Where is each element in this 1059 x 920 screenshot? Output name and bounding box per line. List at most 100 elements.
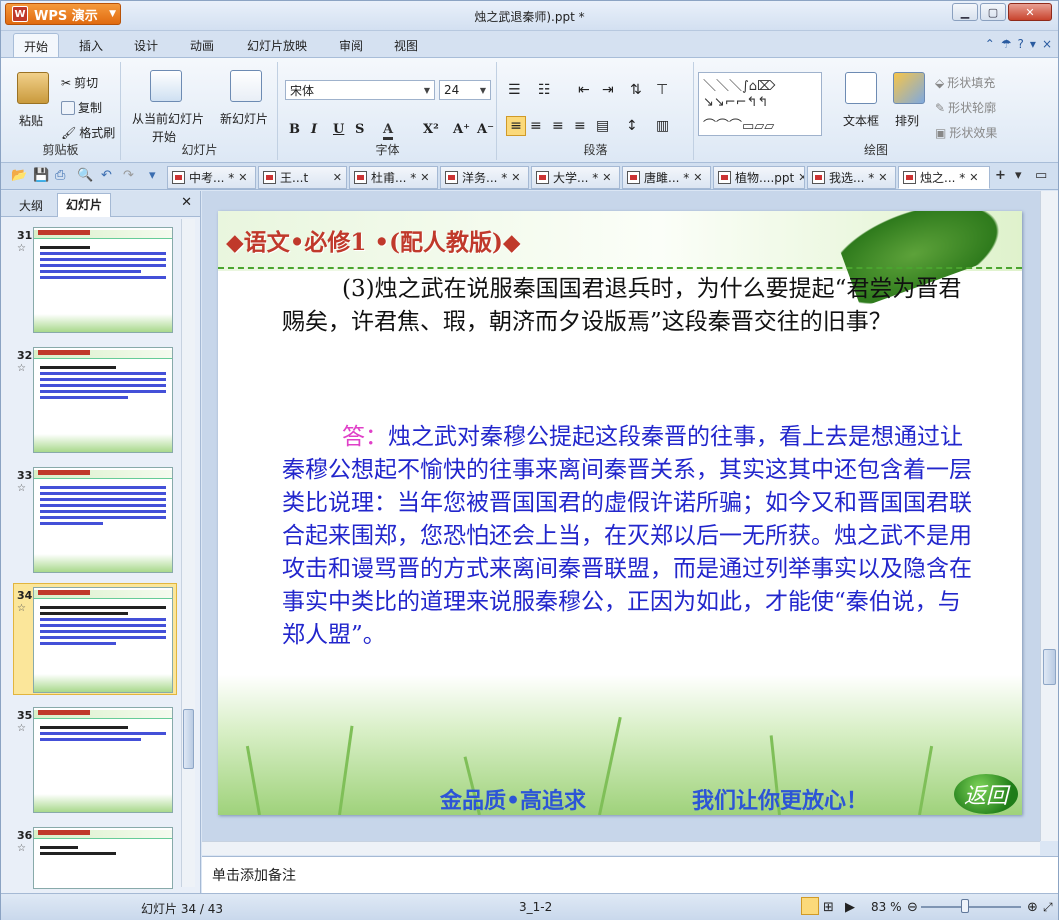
undo-icon[interactable]: ↶ (101, 168, 112, 183)
italic-button[interactable]: I (311, 122, 317, 137)
shrink-font-button[interactable]: A⁻ (477, 122, 494, 137)
scrollbar-thumb[interactable] (183, 709, 194, 769)
text-direction-icon[interactable]: ⇅ (630, 82, 642, 98)
collapse-icon[interactable]: ⌃ (985, 37, 995, 51)
font-size-select[interactable]: 24 ▼ (439, 80, 491, 100)
shape-gallery[interactable]: ＼＼＼∫⌂⌦ ↘↘⌐⌐↰↰ ⌒⌒⌒▭▱▱ (698, 72, 822, 136)
align-center-button[interactable]: ≡ (530, 118, 542, 134)
tab-list-dropdown-icon[interactable]: ▾ (1015, 168, 1022, 183)
slide-vertical-scrollbar[interactable] (1040, 191, 1058, 841)
columns-button[interactable]: ▥ (656, 118, 669, 134)
print-preview-icon[interactable]: 🔍 (77, 168, 93, 183)
slide-thumbnail[interactable] (33, 707, 173, 813)
slide-horizontal-scrollbar[interactable] (202, 841, 1040, 855)
underline-button[interactable]: U (333, 122, 344, 137)
format-painter-button[interactable]: 🖌 格式刷 (61, 124, 115, 141)
zoom-out-icon[interactable]: ⊖ (907, 900, 918, 915)
line-spacing-button[interactable]: ↕ (626, 118, 638, 134)
close-tab-icon[interactable]: ✕ (602, 171, 611, 184)
bullets-icon[interactable]: ☰ (508, 82, 521, 98)
shape-fill-button[interactable]: ⬙ 形状填充 (935, 74, 995, 91)
tab-insert[interactable]: 插入 (79, 37, 103, 54)
close-tab-icon[interactable]: ✕ (333, 171, 342, 184)
doc-tab[interactable]: 植物....ppt✕ (713, 166, 805, 189)
font-color-button[interactable]: A (383, 122, 394, 140)
doc-tab[interactable]: 王...t ✕ (258, 166, 347, 189)
textbox-icon[interactable] (845, 72, 877, 104)
new-slide-icon[interactable] (230, 70, 262, 102)
cut-button[interactable]: ✂ 剪切 (61, 74, 98, 91)
arrange-button[interactable]: 排列 (895, 112, 919, 129)
close-tab-icon[interactable]: ✕ (420, 171, 429, 184)
tab-layout-icon[interactable]: ▭ (1035, 168, 1047, 183)
paste-button[interactable]: 粘贴 (19, 112, 43, 129)
ribbon-close-icon[interactable]: × (1042, 37, 1052, 51)
slide-thumbnail-selected[interactable] (33, 587, 173, 693)
slide-thumbnail[interactable] (33, 467, 173, 573)
fit-window-icon[interactable]: ⤢ (1043, 900, 1053, 915)
arrange-icon[interactable] (893, 72, 925, 104)
open-icon[interactable]: 📂 (11, 168, 27, 183)
textbox-button[interactable]: 文本框 (843, 112, 879, 129)
close-tab-icon[interactable]: ✕ (798, 171, 804, 184)
shape-outline-button[interactable]: ✎ 形状轮廓 (935, 99, 996, 116)
help-icon[interactable]: ? (1018, 37, 1024, 51)
answer-text-box[interactable]: 答：烛之武对秦穆公提起这段秦晋的往事，看上去是想通过让秦穆公想起不愉快的往事来离… (282, 421, 972, 652)
slide-thumbnail[interactable] (33, 227, 173, 333)
paste-icon[interactable] (17, 72, 49, 104)
tab-view[interactable]: 视图 (394, 37, 418, 54)
close-tab-icon[interactable]: ✕ (511, 171, 520, 184)
tab-outline[interactable]: 大纲 (11, 195, 51, 216)
doc-tab[interactable]: 杜甫... * ✕ (349, 166, 438, 189)
slide-thumbnail[interactable] (33, 347, 173, 453)
doc-tab[interactable]: 中考... * ✕ (167, 166, 256, 189)
close-button[interactable]: ✕ (1008, 3, 1052, 21)
notes-field[interactable]: 单击添加备注 (202, 856, 1058, 893)
print-icon[interactable]: ⎙ (55, 168, 65, 183)
close-tab-icon[interactable]: ✕ (878, 171, 887, 184)
normal-view-icon[interactable] (801, 897, 819, 915)
chevron-down-icon[interactable]: ▾ (1030, 37, 1036, 51)
increase-indent-icon[interactable]: ⇥ (602, 82, 614, 98)
scrollbar-thumb[interactable] (1043, 649, 1056, 685)
tab-design[interactable]: 设计 (134, 37, 158, 54)
shadow-button[interactable]: S (355, 122, 364, 137)
close-icon[interactable]: ✕ (181, 195, 192, 210)
justify-button[interactable]: ≡ (574, 118, 586, 134)
play-from-current-icon[interactable] (150, 70, 182, 102)
copy-button[interactable]: 复制 (61, 99, 102, 116)
new-tab-plus-icon[interactable]: + (995, 168, 1006, 183)
decrease-indent-icon[interactable]: ⇤ (578, 82, 590, 98)
superscript-button[interactable]: X² (423, 122, 439, 137)
thumbnail-scrollbar[interactable] (181, 219, 195, 887)
save-icon[interactable]: 💾 (33, 168, 49, 183)
align-right-button[interactable]: ≡ (552, 118, 564, 134)
zoom-slider-knob[interactable] (961, 899, 969, 913)
back-button[interactable]: 返回 (954, 774, 1018, 814)
font-name-select[interactable]: 宋体 ▼ (285, 80, 435, 100)
slide-sorter-icon[interactable]: ⊞ (823, 900, 834, 915)
slideshow-icon[interactable]: ▶ (845, 900, 855, 915)
slide-thumbnail[interactable] (33, 827, 173, 889)
shape-effect-button[interactable]: ▣ 形状效果 (935, 124, 997, 141)
close-tab-icon[interactable]: ✕ (238, 171, 247, 184)
numbering-icon[interactable]: ☷ (538, 82, 551, 98)
new-slide-button[interactable]: 新幻灯片 (220, 110, 268, 127)
tab-animation[interactable]: 动画 (190, 37, 214, 54)
doc-tab-active[interactable]: 烛之... * ✕ (898, 166, 990, 189)
play-from-current-button[interactable]: 从当前幻灯片 (132, 110, 204, 127)
tab-review[interactable]: 审阅 (339, 37, 363, 54)
slide-title[interactable]: ◆语文•必修1 •(配人教版)◆ (226, 223, 521, 257)
skin-icon[interactable]: ☂ (1001, 37, 1012, 51)
grow-font-button[interactable]: A⁺ (453, 122, 470, 137)
slide[interactable]: ◆语文•必修1 •(配人教版)◆ (3)烛之武在说服秦国国君退兵时，为什么要提起… (218, 211, 1022, 815)
doc-tab[interactable]: 大学... * ✕ (531, 166, 620, 189)
align-text-icon[interactable]: ⊤ (656, 82, 668, 98)
maximize-button[interactable]: ▢ (980, 3, 1006, 21)
redo-icon[interactable]: ↷ (123, 168, 134, 183)
tab-slides[interactable]: 幻灯片 (57, 193, 112, 217)
zoom-in-icon[interactable]: ⊕ (1027, 900, 1038, 915)
align-left-button[interactable]: ≡ (506, 116, 526, 136)
doc-tab[interactable]: 唐雎... * ✕ (622, 166, 711, 189)
bold-button[interactable]: B (289, 122, 300, 137)
